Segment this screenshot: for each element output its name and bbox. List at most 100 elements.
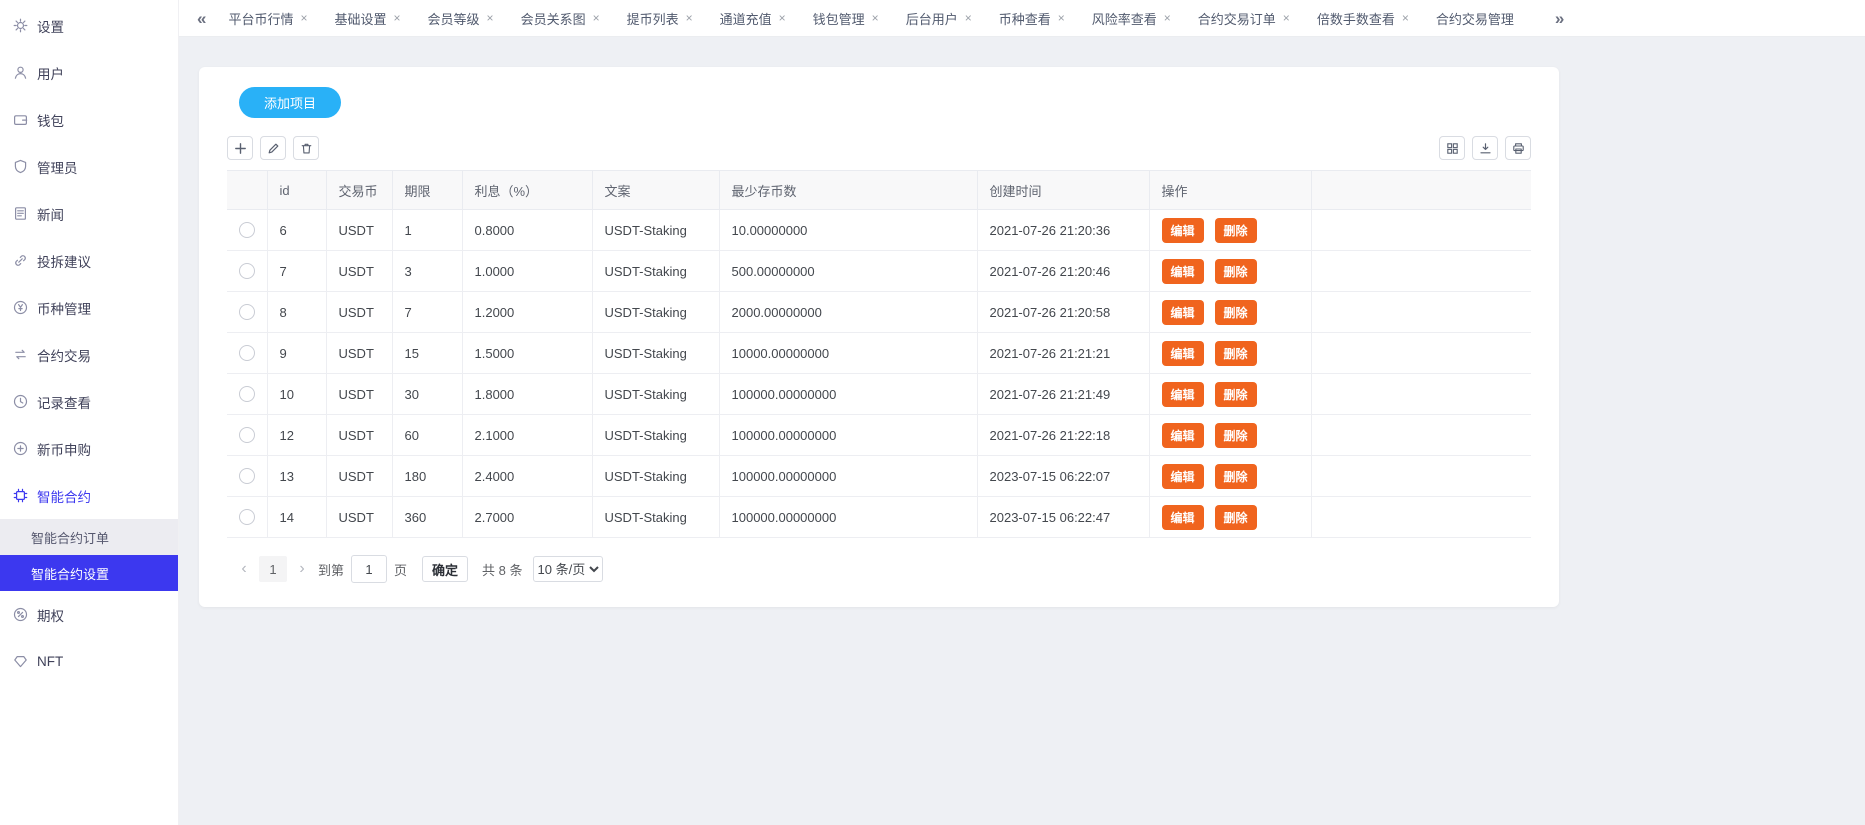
tab-close-icon[interactable]: × (394, 12, 401, 24)
tabs-scroll-right-icon[interactable]: » (1555, 10, 1564, 27)
cell-id: 14 (267, 497, 326, 538)
tab-item[interactable]: 提币列表× (627, 9, 693, 28)
row-radio[interactable] (239, 304, 255, 320)
sidebar-item-coin-management[interactable]: 币种管理 (0, 284, 178, 331)
gear-icon (13, 18, 28, 33)
edit-row-button[interactable] (260, 136, 286, 160)
delete-button[interactable]: 删除 (1215, 423, 1257, 448)
sidebar-item-records[interactable]: 记录查看 (0, 378, 178, 425)
sidebar-item-suggestions[interactable]: 投拆建议 (0, 237, 178, 284)
link-icon (13, 253, 28, 268)
tab-item[interactable]: 钱包管理× (813, 9, 879, 28)
row-radio[interactable] (239, 263, 255, 279)
delete-button[interactable]: 删除 (1215, 218, 1257, 243)
page-size-select[interactable]: 10 条/页 (533, 556, 603, 582)
content-area: 添加项目 (179, 37, 1865, 825)
sidebar-item-nft[interactable]: NFT (0, 638, 178, 685)
sidebar-subitem-smart-contract-settings[interactable]: 智能合约设置 (0, 555, 178, 591)
diamond-icon (13, 654, 28, 669)
edit-button[interactable]: 编辑 (1162, 423, 1204, 448)
tab-item[interactable]: 合约交易管理 (1436, 9, 1514, 28)
add-project-button[interactable]: 添加项目 (239, 87, 341, 118)
tab-item[interactable]: 倍数手数查看× (1317, 9, 1409, 28)
tab-close-icon[interactable]: × (1164, 12, 1171, 24)
swap-arrows-icon (13, 347, 28, 362)
cell-text: USDT-Staking (592, 456, 719, 497)
tab-close-icon[interactable]: × (1402, 12, 1409, 24)
delete-button[interactable]: 删除 (1215, 464, 1257, 489)
sidebar-item-wallet[interactable]: 钱包 (0, 96, 178, 143)
current-page[interactable]: 1 (259, 556, 287, 582)
confirm-page-button[interactable]: 确定 (422, 556, 468, 582)
cell-text: USDT-Staking (592, 333, 719, 374)
delete-button[interactable]: 删除 (1215, 341, 1257, 366)
sidebar-item-new-coin[interactable]: 新币申购 (0, 425, 178, 472)
print-button[interactable] (1505, 136, 1531, 160)
cell-id: 12 (267, 415, 326, 456)
cell-created-at: 2021-07-26 21:21:21 (977, 333, 1149, 374)
tab-label: 合约交易订单 (1198, 9, 1276, 28)
tab-close-icon[interactable]: × (593, 12, 600, 24)
edit-button[interactable]: 编辑 (1162, 382, 1204, 407)
tab-close-icon[interactable]: × (686, 12, 693, 24)
edit-button[interactable]: 编辑 (1162, 505, 1204, 530)
cell-min-deposit: 500.00000000 (719, 251, 977, 292)
tab-item[interactable]: 基础设置× (335, 9, 401, 28)
delete-row-button[interactable] (293, 136, 319, 160)
tab-bar: « 平台币行情× 基础设置× 会员等级× 会员关系图× 提币列表× 通道充值× … (179, 0, 1865, 37)
tabs-scroll-left-icon[interactable]: « (197, 10, 206, 27)
content-card: 添加项目 (199, 67, 1559, 607)
delete-button[interactable]: 删除 (1215, 382, 1257, 407)
cell-coin: USDT (326, 210, 392, 251)
prev-page-icon[interactable]: ‹ (235, 560, 253, 578)
tab-item[interactable]: 会员等级× (428, 9, 494, 28)
goto-page-input[interactable] (351, 555, 387, 583)
sidebar-item-settings[interactable]: 设置 (0, 2, 178, 49)
sidebar-subitem-label: 智能合约设置 (31, 564, 109, 583)
row-radio[interactable] (239, 427, 255, 443)
row-radio[interactable] (239, 468, 255, 484)
add-row-button[interactable] (227, 136, 253, 160)
tab-item[interactable]: 平台币行情× (228, 9, 307, 28)
column-filter-button[interactable] (1439, 136, 1465, 160)
tab-close-icon[interactable]: × (965, 12, 972, 24)
sidebar-subitem-smart-contract-orders[interactable]: 智能合约订单 (0, 519, 178, 555)
delete-button[interactable]: 删除 (1215, 300, 1257, 325)
cell-text: USDT-Staking (592, 374, 719, 415)
sidebar-item-news[interactable]: 新闻 (0, 190, 178, 237)
tab-item[interactable]: 后台用户× (906, 9, 972, 28)
edit-button[interactable]: 编辑 (1162, 300, 1204, 325)
tab-close-icon[interactable]: × (1283, 12, 1290, 24)
sidebar-item-admin[interactable]: 管理员 (0, 143, 178, 190)
row-radio[interactable] (239, 345, 255, 361)
tab-item[interactable]: 风险率查看× (1092, 9, 1171, 28)
cell-rate: 2.7000 (462, 497, 592, 538)
edit-button[interactable]: 编辑 (1162, 259, 1204, 284)
sidebar-item-options[interactable]: 期权 (0, 591, 178, 638)
tab-close-icon[interactable]: × (1058, 12, 1065, 24)
next-page-icon[interactable]: › (293, 560, 311, 578)
export-button[interactable] (1472, 136, 1498, 160)
delete-button[interactable]: 删除 (1215, 505, 1257, 530)
row-radio[interactable] (239, 509, 255, 525)
tab-close-icon[interactable]: × (487, 12, 494, 24)
tab-item[interactable]: 会员关系图× (521, 9, 600, 28)
edit-button[interactable]: 编辑 (1162, 341, 1204, 366)
delete-button[interactable]: 删除 (1215, 259, 1257, 284)
edit-button[interactable]: 编辑 (1162, 464, 1204, 489)
tab-close-icon[interactable]: × (779, 12, 786, 24)
sidebar-item-users[interactable]: 用户 (0, 49, 178, 96)
row-radio[interactable] (239, 222, 255, 238)
tab-label: 通道充值 (720, 9, 772, 28)
export-icon (1479, 142, 1492, 155)
row-radio[interactable] (239, 386, 255, 402)
sidebar-item-smart-contract[interactable]: 智能合约 (0, 472, 178, 519)
tab-item[interactable]: 合约交易订单 × (1198, 9, 1290, 28)
tab-close-icon[interactable]: × (300, 12, 307, 24)
header-select (227, 171, 267, 210)
sidebar-item-contract-trading[interactable]: 合约交易 (0, 331, 178, 378)
tab-item[interactable]: 通道充值 × (720, 9, 786, 28)
tab-item[interactable]: 币种查看× (999, 9, 1065, 28)
edit-button[interactable]: 编辑 (1162, 218, 1204, 243)
tab-close-icon[interactable]: × (872, 12, 879, 24)
